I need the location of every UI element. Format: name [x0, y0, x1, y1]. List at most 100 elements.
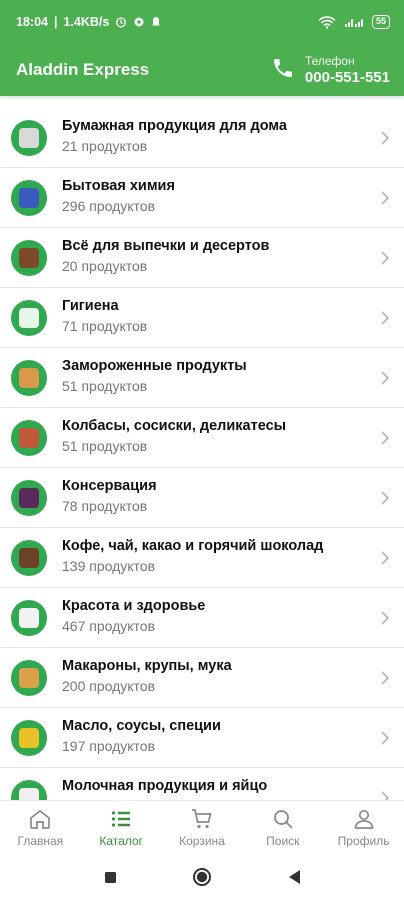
list-item[interactable]: Гигиена 71 продуктов	[0, 288, 404, 348]
sausage-icon	[11, 420, 47, 456]
list-item[interactable]: Масло, соусы, специи 197 продуктов	[0, 708, 404, 768]
nav-cart[interactable]: Корзина	[162, 801, 243, 854]
recent-apps-button[interactable]	[99, 866, 121, 888]
category-title: Масло, соусы, специи	[62, 718, 221, 734]
category-list[interactable]: Бумажная продукция для дома 21 продуктов Б…	[0, 108, 404, 800]
ice-cream-icon	[11, 360, 47, 396]
wifi-icon	[318, 15, 336, 29]
category-count: 78 продуктов	[62, 498, 148, 514]
detergent-bottle-icon	[11, 180, 47, 216]
status-separator: |	[53, 15, 58, 29]
category-thumbnail	[19, 248, 39, 268]
chevron-right-icon	[381, 731, 390, 745]
category-thumbnail	[19, 608, 39, 628]
list-icon	[112, 811, 131, 827]
status-network-speed: 1.4KB/s	[63, 15, 110, 29]
category-count: 200 продуктов	[62, 678, 156, 694]
list-item[interactable]: Колбасы, сосиски, деликатесы 51 продуктов	[0, 408, 404, 468]
triangle-back-icon	[289, 870, 300, 884]
category-thumbnail	[19, 788, 39, 800]
nav-search-label: Поиск	[266, 834, 300, 848]
category-title: Замороженные продукты	[62, 358, 247, 374]
oil-bottle-icon	[11, 720, 47, 756]
list-item[interactable]: Бытовая химия 296 продуктов	[0, 168, 404, 228]
category-thumbnail	[19, 668, 39, 688]
list-item[interactable]: Кофе, чай, какао и горячий шоколад 139 пр…	[0, 528, 404, 588]
chevron-right-icon	[381, 431, 390, 445]
phone-contact[interactable]: Телефон 000-551-551	[271, 54, 390, 87]
category-count: 51 продуктов	[62, 378, 148, 394]
signal-icon	[344, 16, 364, 28]
category-thumbnail	[19, 128, 39, 148]
app-title: Aladdin Express	[16, 60, 150, 79]
list-item[interactable]: Макароны, крупы, мука 200 продуктов	[0, 648, 404, 708]
list-item[interactable]: Молочная продукция и яйцо	[0, 768, 404, 800]
category-thumbnail	[19, 428, 39, 448]
list-item[interactable]: Бумажная продукция для дома 21 продуктов	[0, 108, 404, 168]
nav-catalog[interactable]: Каталог	[81, 801, 162, 854]
list-item[interactable]: Красота и здоровье 467 продуктов	[0, 588, 404, 648]
nav-home[interactable]: Главная	[0, 801, 81, 854]
list-item[interactable]: Всё для выпечки и десертов 20 продуктов	[0, 228, 404, 288]
settings-icon	[133, 16, 145, 28]
nav-catalog-label: Каталог	[99, 834, 143, 848]
nav-profile-label: Профиль	[337, 834, 390, 848]
status-time: 18:04	[16, 15, 48, 29]
category-thumbnail	[19, 368, 39, 388]
square-icon	[104, 871, 116, 883]
chevron-right-icon	[381, 131, 390, 145]
home-button[interactable]	[191, 866, 213, 888]
category-count: 296 продуктов	[62, 198, 156, 214]
category-count: 139 продуктов	[62, 558, 156, 574]
category-count: 71 продуктов	[62, 318, 148, 334]
category-title: Бумажная продукция для дома	[62, 118, 287, 134]
cart-icon	[191, 809, 212, 829]
jar-icon	[11, 480, 47, 516]
category-count: 467 продуктов	[62, 618, 156, 634]
category-title: Бытовая химия	[62, 178, 175, 194]
toothbrush-cup-icon	[11, 300, 47, 336]
chevron-right-icon	[381, 191, 390, 205]
category-title: Макароны, крупы, мука	[62, 658, 232, 674]
chevron-right-icon	[381, 791, 390, 800]
back-button[interactable]	[283, 866, 305, 888]
nav-profile[interactable]: Профиль	[323, 801, 404, 854]
nav-home-label: Главная	[17, 834, 64, 848]
profile-icon	[354, 809, 373, 829]
baking-box-icon	[11, 240, 47, 276]
cotton-pads-icon	[11, 600, 47, 636]
category-thumbnail	[19, 188, 39, 208]
phone-icon	[271, 56, 295, 85]
category-count: 197 продуктов	[62, 738, 156, 754]
nav-cart-label: Корзина	[179, 834, 225, 848]
category-title: Всё для выпечки и десертов	[62, 238, 270, 254]
list-item[interactable]: Замороженные продукты 51 продуктов	[0, 348, 404, 408]
category-title: Колбасы, сосиски, деликатесы	[62, 418, 287, 434]
phone-number[interactable]: 000-551-551	[305, 68, 390, 87]
home-icon	[30, 809, 51, 829]
system-navigation	[0, 854, 404, 900]
category-title: Консервация	[62, 478, 157, 494]
pasta-pack-icon	[11, 660, 47, 696]
list-item[interactable]: Консервация 78 продуктов	[0, 468, 404, 528]
chevron-right-icon	[381, 311, 390, 325]
milk-icon	[11, 780, 47, 800]
category-title: Молочная продукция и яйцо	[62, 778, 268, 794]
chevron-right-icon	[381, 251, 390, 265]
search-icon	[273, 810, 293, 829]
category-count: 51 продуктов	[62, 438, 148, 454]
category-count: 21 продуктов	[62, 138, 148, 154]
nav-search[interactable]: Поиск	[242, 801, 323, 854]
category-thumbnail	[19, 728, 39, 748]
chevron-right-icon	[381, 671, 390, 685]
notification-icon	[151, 16, 161, 28]
category-title: Гигиена	[62, 298, 119, 314]
app-bar: Aladdin Express Телефон 000-551-551	[0, 44, 404, 96]
category-thumbnail	[19, 308, 39, 328]
circle-icon	[193, 868, 211, 886]
category-title: Красота и здоровье	[62, 598, 206, 614]
category-count: 20 продуктов	[62, 258, 148, 274]
chevron-right-icon	[381, 371, 390, 385]
chevron-right-icon	[381, 551, 390, 565]
bottom-navigation: Главная Каталог Корзина Поиск Профиль	[0, 800, 404, 854]
